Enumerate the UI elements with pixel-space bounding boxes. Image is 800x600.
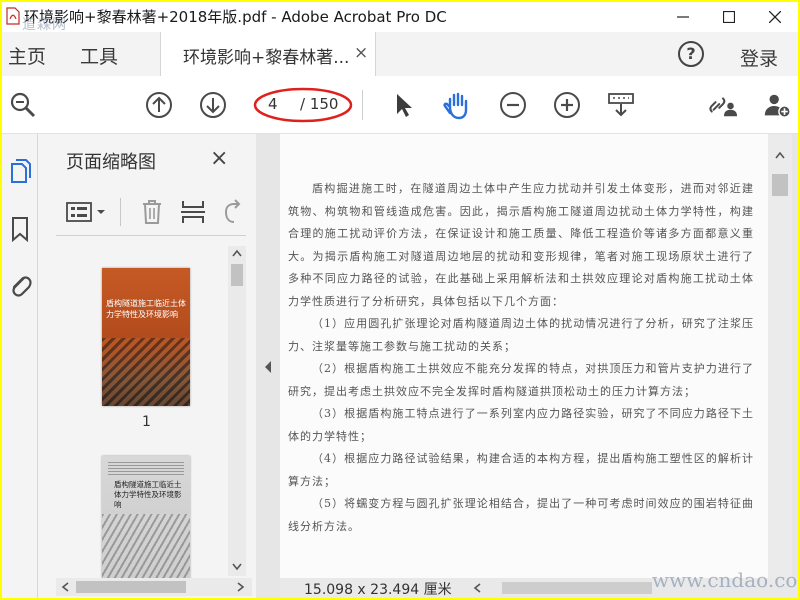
- bookmark-icon[interactable]: [10, 216, 30, 242]
- thumbnail-toolbar: [56, 190, 246, 236]
- link-user-icon: [709, 97, 738, 117]
- thumbnail-cover-title: 盾构隧道施工临近土体力学特性及环境影响: [114, 480, 182, 509]
- thumbnails-panel-title: 页面缩略图: [66, 152, 156, 173]
- attachment-icon[interactable]: [8, 270, 32, 300]
- chevron-left-icon[interactable]: [472, 582, 482, 594]
- zoom-out-button[interactable]: [498, 90, 528, 120]
- minimize-button[interactable]: [660, 2, 706, 32]
- scrollbar-thumb[interactable]: [772, 174, 788, 196]
- thumbnail-vertical-scrollbar[interactable]: [228, 246, 246, 576]
- menu-bar: 主页 工具 环境影响+黎春林著... × ? 登录: [2, 32, 798, 76]
- maximize-button[interactable]: [706, 2, 752, 32]
- trash-icon[interactable]: [140, 198, 164, 226]
- minus-circle-icon: [500, 92, 526, 118]
- body-paragraph: （1）应用圆孔扩张理论对盾构隧道周边土体的扰动情况进行了分析，研究了注浆压力、注…: [288, 317, 754, 353]
- pdf-file-icon: [6, 7, 20, 25]
- tools-menu[interactable]: 工具: [80, 42, 118, 69]
- chevron-right-icon[interactable]: [236, 581, 246, 593]
- zoom-in-button[interactable]: [552, 90, 582, 120]
- acrobat-window: 环境影响+黎春林著+2018年版.pdf - Adobe Acrobat Pro…: [2, 2, 798, 598]
- navigation-rail: [2, 134, 38, 598]
- thumb-tool-divider: [120, 198, 121, 226]
- thumbnails-panel: 页面缩略图 × 盾构隧道施工临近土体力学特性及环境影响 1 盾构隧道施工临近土体…: [38, 134, 256, 598]
- page-highlight-ellipse: [253, 87, 353, 123]
- add-user-icon: [764, 94, 791, 118]
- thumbnail-text-lines: [108, 462, 184, 476]
- thumbnail-cover-title: 盾构隧道施工临近土体力学特性及环境影响: [106, 299, 186, 319]
- rotate-icon[interactable]: [220, 198, 244, 226]
- page-thumbnails-icon[interactable]: [8, 158, 32, 186]
- panel-collapse-handle[interactable]: [256, 134, 280, 598]
- panel-close-icon[interactable]: ×: [210, 146, 228, 171]
- chevron-up-icon[interactable]: [774, 150, 786, 160]
- thumbnail-options-icon[interactable]: [66, 200, 110, 224]
- help-icon[interactable]: ?: [678, 41, 704, 67]
- add-user-button[interactable]: [762, 90, 792, 120]
- hand-icon: [443, 92, 468, 120]
- arrow-down-circle-icon: [200, 92, 226, 118]
- thumbnail-page-2[interactable]: 盾构隧道施工临近土体力学特性及环境影响: [102, 456, 190, 586]
- scrollbar-thumb[interactable]: [231, 264, 243, 286]
- hand-tool-button[interactable]: [442, 90, 472, 120]
- minimize-icon: [677, 16, 689, 18]
- document-tab-label: 环境影响+黎春林著...: [183, 48, 350, 68]
- next-page-button[interactable]: [198, 90, 228, 120]
- body-paragraph: （2）根据盾构施工土拱效应不能充分发挥的特点，对拱顶压力和管片支护力进行了研究，…: [288, 362, 754, 398]
- collapse-left-icon[interactable]: [263, 360, 273, 374]
- document-vertical-scrollbar[interactable]: [768, 134, 792, 578]
- toolbar: 4 / 150: [2, 76, 798, 134]
- select-tool-button[interactable]: [388, 90, 418, 120]
- cursor-arrow-icon: [397, 94, 412, 117]
- home-menu[interactable]: 主页: [8, 42, 46, 69]
- watermark-url: www.cndao.com: [652, 568, 798, 592]
- window-title: 环境影响+黎春林著+2018年版.pdf - Adobe Acrobat Pro…: [24, 8, 447, 26]
- previous-page-button[interactable]: [144, 90, 174, 120]
- zoom-search-button[interactable]: [8, 90, 38, 120]
- chevron-up-icon[interactable]: [231, 248, 243, 258]
- chevron-left-icon[interactable]: [60, 581, 70, 593]
- keyboard-tool-button[interactable]: [606, 90, 636, 120]
- arrow-up-circle-icon: [146, 92, 172, 118]
- maximize-icon: [723, 11, 735, 23]
- close-icon: [769, 11, 781, 23]
- document-viewport[interactable]: 盾构掘进施工时，在隧道周边土体中产生应力扰动并引发土体变形，进而对邻近建筑物、构…: [280, 134, 798, 578]
- title-bar: 环境影响+黎春林著+2018年版.pdf - Adobe Acrobat Pro…: [2, 2, 798, 33]
- keyboard-icon: [608, 93, 634, 117]
- thumbnail-page-1[interactable]: 盾构隧道施工临近土体力学特性及环境影响: [102, 268, 190, 406]
- toolbar-divider: [362, 90, 363, 120]
- document-horizontal-scrollbar[interactable]: [502, 582, 652, 594]
- thumbnail-list: 盾构隧道施工临近土体力学特性及环境影响 1 盾构隧道施工临近土体力学特性及环境影…: [46, 248, 246, 586]
- scrollbar-thumb[interactable]: [76, 581, 186, 593]
- cover-artwork: [102, 514, 190, 586]
- close-window-button[interactable]: [752, 2, 798, 32]
- pdf-page: 盾构掘进施工时，在隧道周边土体中产生应力扰动并引发土体变形，进而对邻近建筑物、构…: [280, 134, 768, 578]
- chevron-down-icon[interactable]: [231, 562, 243, 572]
- thumbnail-page-number: 1: [142, 414, 151, 430]
- body-paragraph: （3）根据盾构施工特点进行了一系列室内应力路径实验，研究了不同应力路径下土体的力…: [288, 407, 754, 443]
- tab-close-icon[interactable]: ×: [354, 43, 368, 63]
- thumbnail-horizontal-scrollbar[interactable]: [56, 578, 252, 596]
- body-paragraph: 盾构掘进施工时，在隧道周边土体中产生应力扰动并引发土体变形，进而对邻近建筑物、构…: [288, 182, 754, 308]
- extract-pages-icon[interactable]: [180, 198, 206, 226]
- page-size-label: 15.098 x 23.494 厘米: [304, 582, 452, 598]
- magnifier-icon: [10, 92, 36, 118]
- cover-artwork: [102, 338, 190, 406]
- body-paragraph: （5）将蠕变方程与圆孔扩张理论相结合，提出了一种可考虑时间效应的围岩特征曲线分析…: [288, 497, 754, 533]
- body-paragraph: （4）根据应力路径试验结果，构建合适的本构方程，提出盾构施工塑性区的解析计算方法…: [288, 452, 754, 488]
- watermark-logo: 道森网: [22, 17, 67, 33]
- login-button[interactable]: 登录: [740, 44, 778, 71]
- plus-circle-icon: [554, 92, 580, 118]
- share-link-button[interactable]: [708, 90, 738, 120]
- document-tab[interactable]: 环境影响+黎春林著... ×: [160, 32, 376, 76]
